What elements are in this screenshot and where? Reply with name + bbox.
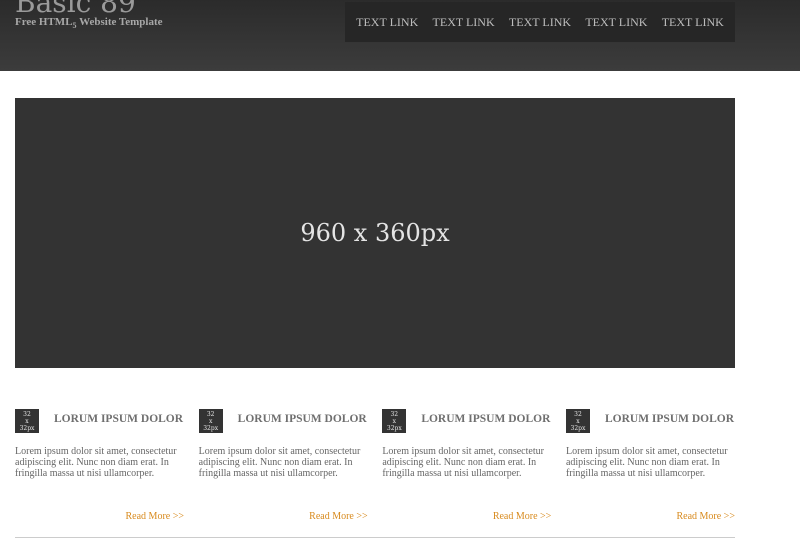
thumb-text: 32px [386, 424, 402, 432]
nav-link-5[interactable]: TEXT LINK [662, 15, 724, 30]
thumb-text: 32px [19, 424, 35, 432]
thumb-text: 32 [390, 410, 399, 418]
read-more-link[interactable]: Read More >> [493, 511, 552, 522]
feature-heading: LORUM IPSUM DOLOR [421, 413, 551, 425]
thumb-text: x [208, 417, 213, 425]
read-more-link[interactable]: Read More >> [126, 511, 185, 522]
thumb-text: x [392, 417, 396, 425]
thumb-text: 32px [203, 424, 219, 432]
feature-thumbnail: 32 x 32px [382, 409, 407, 433]
thumb-text: 32 [23, 410, 31, 418]
feature-thumbnail: 32 x 32px [15, 409, 39, 433]
site-subtitle: Free HTML5 Website Template [15, 16, 163, 30]
feature-row: 32 x 32px LORUM IPSUM DOLOR Lorem ipsum … [15, 409, 735, 525]
feature-heading: LORUM IPSUM DOLOR [54, 413, 184, 425]
read-more-link[interactable]: Read More >> [676, 511, 735, 522]
feature-item: 32 x 32px LORUM IPSUM DOLOR Lorem ipsum … [15, 409, 184, 525]
nav-link-4[interactable]: TEXT LINK [585, 15, 647, 30]
nav-link-1[interactable]: TEXT LINK [356, 15, 418, 30]
footer-divider [15, 537, 735, 538]
read-more-link[interactable]: Read More >> [309, 511, 368, 522]
feature-item: 32 x 32px LORUM IPSUM DOLOR Lorem ipsum … [382, 409, 551, 525]
feature-heading: LORUM IPSUM DOLOR [237, 413, 367, 425]
thumb-text: 32 [206, 410, 215, 418]
thumb-text: x [25, 417, 29, 425]
feature-thumbnail: 32 x 32px [198, 409, 223, 433]
hero-image-placeholder: 960 x 360px [15, 98, 735, 368]
nav-link-2[interactable]: TEXT LINK [433, 15, 495, 30]
thumb-text: 32px [570, 424, 586, 432]
feature-body: Lorem ipsum dolor sit amet, consectetur … [198, 446, 361, 479]
subtitle-suffix: Website Template [76, 16, 163, 28]
site-header: Basic 89 Free HTML5 Website Template TEX… [0, 0, 800, 71]
hero-placeholder-label: 960 x 360px [300, 219, 450, 247]
feature-body: Lorem ipsum dolor sit amet, consectetur … [15, 446, 177, 479]
thumb-text: x [576, 417, 580, 425]
feature-item: 32 x 32px LORUM IPSUM DOLOR Lorem ipsum … [198, 409, 368, 525]
feature-body: Lorem ipsum dolor sit amet, consectetur … [382, 446, 544, 479]
feature-item: 32 x 32px LORUM IPSUM DOLOR Lorem ipsum … [565, 409, 735, 525]
feature-heading: LORUM IPSUM DOLOR [604, 413, 735, 425]
thumb-text: 32 [574, 410, 582, 418]
feature-body: Lorem ipsum dolor sit amet, consectetur … [565, 446, 728, 479]
feature-thumbnail: 32 x 32px [565, 409, 590, 433]
nav-link-3[interactable]: TEXT LINK [509, 15, 571, 30]
main-nav: TEXT LINK TEXT LINK TEXT LINK TEXT LINK … [345, 2, 735, 42]
subtitle-prefix: Free HTML [15, 16, 73, 28]
